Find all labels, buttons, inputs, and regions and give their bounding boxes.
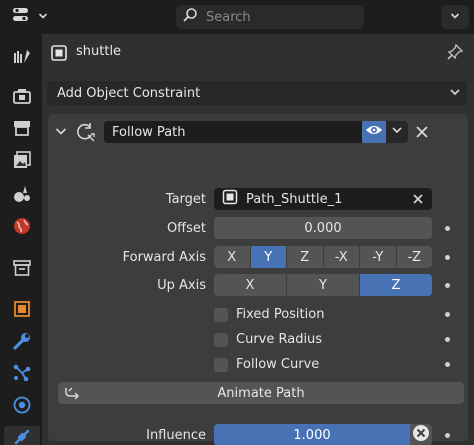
fixed-position-checkbox[interactable]: Fixed Position: [214, 307, 324, 322]
constraint-tab[interactable]: [4, 426, 40, 445]
chevron-down-icon: [449, 86, 461, 102]
particles-tab[interactable]: [9, 362, 35, 388]
forward-axis-neg-z[interactable]: -Z: [396, 246, 432, 268]
render-tab[interactable]: [9, 85, 35, 111]
object-icon: [222, 189, 238, 209]
forward-axis-x[interactable]: X: [214, 246, 251, 268]
offset-label: Offset: [166, 221, 206, 236]
checkbox-box[interactable]: [214, 307, 228, 322]
collection-icon: [12, 258, 32, 282]
checkbox-box[interactable]: [214, 332, 228, 347]
physics-tab[interactable]: [9, 394, 35, 420]
keyframe-dot[interactable]: [445, 283, 450, 288]
target-value: Path_Shuttle_1: [246, 191, 343, 207]
forward-axis-neg-y[interactable]: -Y: [360, 246, 397, 268]
options-dropdown-button[interactable]: [441, 5, 469, 29]
influence-slider[interactable]: 1.000: [214, 424, 410, 445]
object-tab[interactable]: [9, 298, 35, 324]
target-label: Target: [165, 192, 206, 207]
follow-path-constraint-panel: Follow Path Target Path_Shuttle_1 Offset…: [48, 114, 468, 445]
delete-constraint-icon[interactable]: [413, 123, 431, 145]
chevron-down-icon: [450, 10, 460, 25]
up-axis-x[interactable]: X: [214, 274, 287, 296]
tool-tab[interactable]: [9, 45, 35, 71]
modifier-tab[interactable]: [9, 330, 35, 356]
eye-icon: [365, 123, 383, 141]
curve-radius-label: Curve Radius: [236, 332, 323, 347]
wrench-icon: [12, 331, 32, 355]
particles-icon: [12, 363, 32, 387]
disable-keep-transform-button[interactable]: [410, 424, 432, 445]
view-layer-tab[interactable]: [9, 149, 35, 175]
physics-icon: [12, 395, 32, 419]
visibility-toggle[interactable]: [362, 121, 386, 143]
fixed-position-label: Fixed Position: [236, 307, 325, 322]
forward-axis-y[interactable]: Y: [250, 246, 287, 268]
world-tab[interactable]: [9, 215, 35, 241]
constraint-name-field[interactable]: Follow Path: [104, 121, 362, 143]
keyframe-dot[interactable]: [445, 433, 450, 438]
checkbox-box[interactable]: [214, 357, 228, 372]
editor-type-button[interactable]: [6, 4, 52, 30]
top-bar: Search: [0, 0, 474, 34]
clear-target-icon[interactable]: [412, 193, 424, 209]
scene-icon: [12, 184, 32, 208]
keyframe-dot[interactable]: [445, 255, 450, 260]
forward-axis-z[interactable]: Z: [287, 246, 324, 268]
object-icon: [12, 299, 32, 323]
object-header: shuttle: [42, 34, 474, 70]
output-icon: [12, 118, 32, 142]
render-icon: [12, 86, 32, 110]
animate-path-icon: [64, 386, 82, 404]
add-constraint-label: Add Object Constraint: [57, 85, 201, 101]
follow-path-icon: [74, 121, 96, 147]
keyframe-dot[interactable]: [445, 362, 450, 367]
chevron-down-icon: [38, 10, 48, 25]
view-layer-icon: [12, 150, 32, 174]
search-field[interactable]: Search: [176, 5, 364, 29]
up-axis-label: Up Axis: [157, 278, 206, 293]
animate-path-label: Animate Path: [217, 385, 305, 401]
close-circle-icon: [412, 424, 430, 445]
object-name: shuttle: [76, 44, 122, 59]
chevron-down-icon: [391, 124, 403, 140]
world-icon: [12, 216, 32, 240]
collection-tab[interactable]: [9, 257, 35, 283]
influence-label: Influence: [146, 428, 206, 443]
constraint-name: Follow Path: [112, 124, 186, 140]
forward-axis-selector: X Y Z -X -Y -Z: [214, 246, 432, 268]
curve-radius-checkbox[interactable]: Curve Radius: [214, 332, 322, 347]
target-field[interactable]: Path_Shuttle_1: [214, 188, 432, 210]
forward-axis-label: Forward Axis: [122, 250, 206, 265]
offset-field[interactable]: 0.000: [214, 217, 432, 239]
influence-value: 1.000: [293, 427, 331, 443]
scene-tab[interactable]: [9, 183, 35, 209]
up-axis-y[interactable]: Y: [287, 274, 360, 296]
properties-editor-icon: [12, 6, 36, 28]
properties-tabs-sidebar: [0, 34, 42, 445]
follow-curve-checkbox[interactable]: Follow Curve: [214, 357, 319, 372]
animate-path-button[interactable]: Animate Path: [58, 382, 464, 404]
search-icon: [182, 7, 198, 27]
object-icon: [50, 44, 68, 66]
add-object-constraint-dropdown[interactable]: Add Object Constraint: [47, 81, 467, 105]
pin-icon[interactable]: [446, 43, 464, 65]
constraint-icon: [12, 427, 32, 445]
keyframe-dot[interactable]: [445, 337, 450, 342]
output-tab[interactable]: [9, 117, 35, 143]
keyframe-dot[interactable]: [445, 226, 450, 231]
properties-panel: shuttle Add Object Constraint Follow Pat…: [42, 34, 474, 445]
search-placeholder: Search: [206, 9, 251, 25]
constraint-menu-dropdown[interactable]: [386, 121, 408, 143]
keyframe-dot[interactable]: [445, 312, 450, 317]
constraint-header: Follow Path: [48, 114, 468, 148]
collapse-chevron-icon[interactable]: [54, 124, 68, 142]
up-axis-z[interactable]: Z: [360, 274, 432, 296]
tool-icon: [12, 46, 32, 70]
offset-value: 0.000: [304, 220, 342, 236]
forward-axis-neg-x[interactable]: -X: [323, 246, 360, 268]
up-axis-selector: X Y Z: [214, 274, 432, 296]
follow-curve-label: Follow Curve: [236, 357, 320, 372]
